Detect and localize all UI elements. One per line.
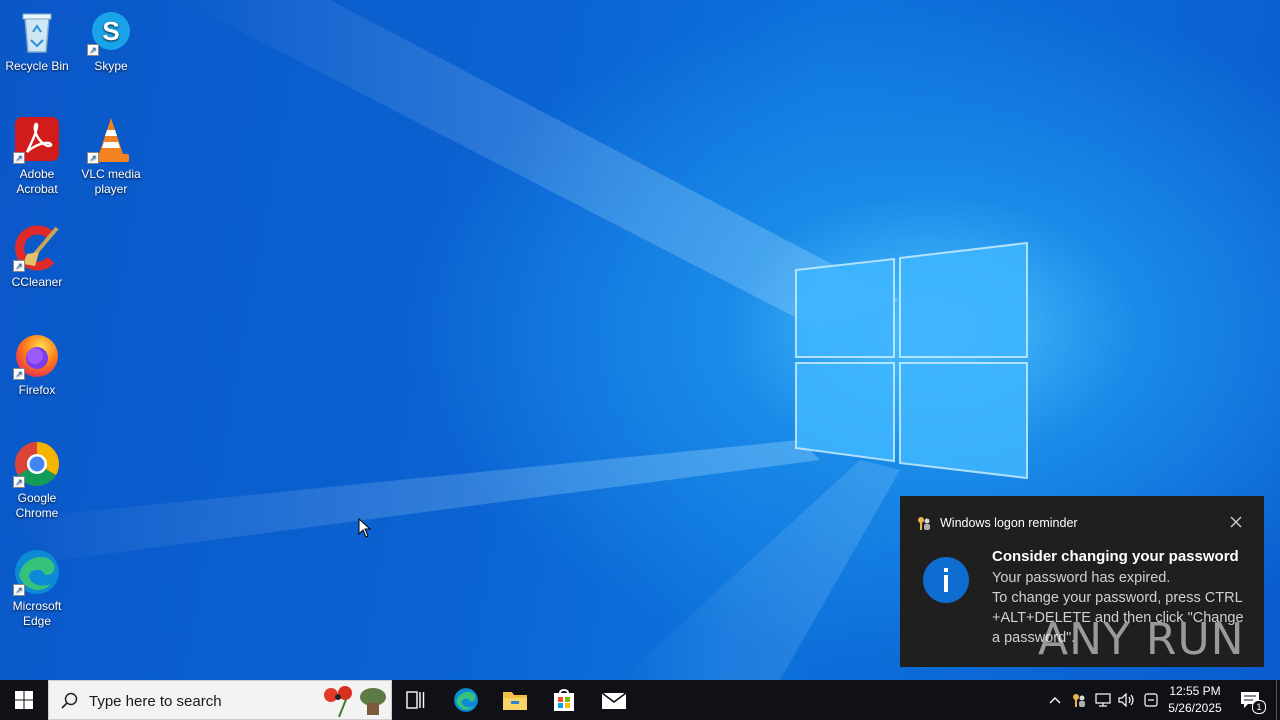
windows-start-icon [15, 691, 33, 709]
windows-logo [795, 241, 1028, 480]
watermark-text: ANY RUN [1038, 614, 1245, 665]
svg-text:S: S [102, 16, 119, 46]
toast-body-line: Your password has expired. [992, 570, 1171, 586]
chrome-icon: ↗ [13, 440, 61, 488]
edge-icon [454, 688, 478, 712]
desktop-icon-label: Microsoft Edge [12, 599, 62, 628]
taskbar-mail[interactable] [590, 680, 638, 720]
close-icon[interactable] [1230, 516, 1242, 528]
desktop-icon-edge[interactable]: ↗ Microsoft Edge [0, 548, 74, 629]
desktop-icon-skype[interactable]: S ↗ Skype [74, 8, 148, 74]
ccleaner-icon: ↗ [13, 224, 61, 272]
shortcut-arrow-icon: ↗ [13, 476, 25, 488]
firefox-icon: ↗ [13, 332, 61, 380]
search-box[interactable]: Type here to search [48, 680, 392, 720]
clock-date: 5/26/2025 [1168, 701, 1222, 715]
desktop: Recycle Bin S ↗ Skype ↗ Adobe Acrobat ↗ … [0, 0, 1280, 680]
action-center-button[interactable]: 1 [1238, 691, 1266, 714]
file-explorer-icon [503, 692, 527, 710]
input-indicator-icon[interactable] [1142, 691, 1160, 709]
shortcut-arrow-icon: ↗ [13, 368, 25, 380]
store-icon [554, 689, 574, 711]
desktop-icon-label: Firefox [18, 383, 56, 397]
desktop-icon-label: VLC media player [81, 167, 141, 196]
info-icon [923, 557, 969, 603]
task-view-button[interactable] [392, 680, 440, 720]
desktop-icon-label: CCleaner [11, 275, 63, 289]
shortcut-arrow-icon: ↗ [13, 260, 25, 272]
recycle-bin-icon [13, 8, 61, 56]
toast-notification[interactable]: Windows logon reminder Consider changing… [900, 496, 1264, 667]
taskbar-edge[interactable] [442, 680, 490, 720]
shortcut-arrow-icon: ↗ [13, 152, 25, 164]
vlc-icon: ↗ [87, 116, 135, 164]
desktop-icon-label: Skype [94, 59, 128, 73]
key-people-icon [918, 517, 930, 530]
desktop-icon-chrome[interactable]: ↗ Google Chrome [0, 440, 74, 521]
taskbar-file-explorer[interactable] [491, 680, 539, 720]
clock[interactable]: 12:55 PM 5/26/2025 [1160, 683, 1230, 717]
desktop-icon-vlc[interactable]: ↗ VLC media player [74, 116, 148, 197]
shortcut-arrow-icon: ↗ [87, 152, 99, 164]
toast-heading: Consider changing your password [992, 548, 1239, 565]
search-placeholder: Type here to search [89, 693, 222, 710]
start-button[interactable] [0, 680, 48, 720]
taskbar: Type here to search 12:55 PM 5/26/2025 1 [0, 680, 1280, 720]
desktop-icon-label: Recycle Bin [5, 59, 69, 73]
volume-icon[interactable] [1118, 691, 1136, 709]
mail-icon [601, 692, 627, 709]
skype-icon: S ↗ [87, 8, 135, 56]
show-desktop-button[interactable] [1276, 680, 1280, 720]
desktop-icon-recycle-bin[interactable]: Recycle Bin [0, 8, 74, 74]
desktop-icon-label: Google Chrome [15, 491, 59, 520]
network-icon[interactable] [1094, 691, 1112, 709]
mouse-cursor-icon [358, 518, 372, 538]
chevron-up-icon[interactable] [1046, 691, 1064, 709]
desktop-icon-ccleaner[interactable]: ↗ CCleaner [0, 224, 74, 290]
adobe-acrobat-icon: ↗ [13, 116, 61, 164]
desktop-icon-firefox[interactable]: ↗ Firefox [0, 332, 74, 398]
edge-icon: ↗ [13, 548, 61, 596]
clock-time: 12:55 PM [1169, 684, 1221, 698]
task-view-icon [406, 691, 425, 709]
toast-app-title: Windows logon reminder [940, 516, 1078, 530]
search-icon [61, 692, 78, 709]
notification-count-badge: 1 [1252, 700, 1266, 714]
desktop-icon-adobe-acrobat[interactable]: ↗ Adobe Acrobat [0, 116, 74, 197]
shortcut-arrow-icon: ↗ [87, 44, 99, 56]
taskbar-store[interactable] [540, 680, 588, 720]
tray-logon-icon[interactable] [1070, 691, 1088, 709]
desktop-icon-label: Adobe Acrobat [16, 167, 58, 196]
search-highlight-icon [324, 686, 386, 718]
shortcut-arrow-icon: ↗ [13, 584, 25, 596]
